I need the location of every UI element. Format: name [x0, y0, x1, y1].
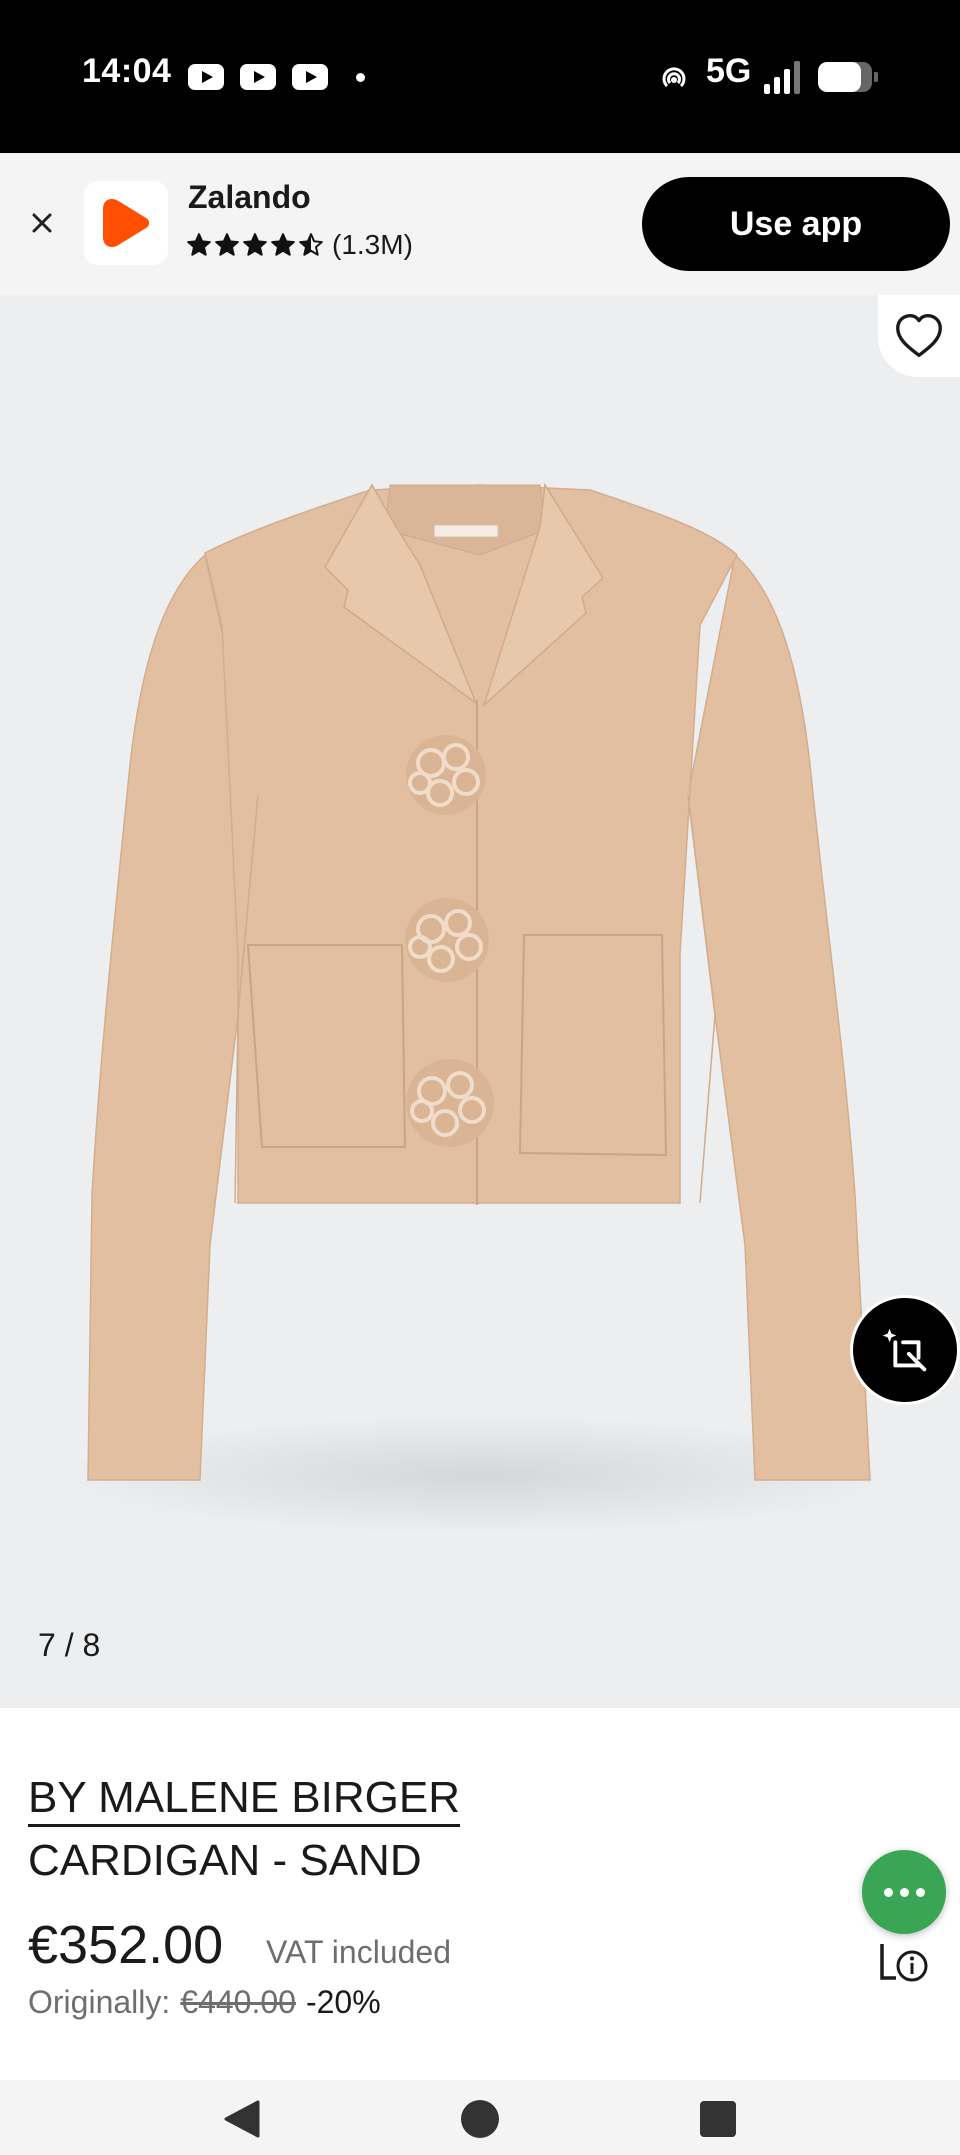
network-type: 5G [706, 52, 752, 90]
sparkle-crop-icon [882, 1328, 927, 1372]
brand-link[interactable]: BY MALENE BIRGER [28, 1772, 460, 1827]
rating-stars [186, 232, 324, 258]
recent-apps-icon[interactable] [700, 2101, 736, 2137]
product-image-gallery[interactable]: 7 / 8 [0, 295, 960, 1708]
app-install-banner: Zalando (1.3M) Use app [0, 153, 960, 295]
star-icon [187, 233, 211, 256]
wishlist-heart-icon[interactable] [878, 295, 960, 377]
visual-search-button[interactable] [850, 1295, 960, 1405]
discount-badge: -20% [305, 1984, 381, 2020]
product-image [60, 482, 900, 1535]
rating-count: (1.3M) [332, 229, 413, 260]
current-price: €352.00 [28, 1915, 224, 1975]
original-label: Originally: [28, 1984, 171, 2020]
back-icon[interactable] [224, 2100, 260, 2138]
app-name: Zalando [188, 179, 311, 215]
system-navigation-bar [0, 2080, 960, 2155]
youtube-icon [292, 64, 328, 90]
app-rating: (1.3M) [186, 229, 413, 261]
image-pager: 7 / 8 [38, 1627, 101, 1663]
battery-icon [818, 62, 878, 92]
product-name: CARDIGAN - SAND [28, 1836, 422, 1885]
status-bar: 14:04 5G [0, 0, 960, 153]
dot-icon [899, 1887, 909, 1897]
star-icon [271, 233, 295, 256]
zalando-logo [84, 181, 168, 265]
youtube-icon [240, 64, 276, 90]
youtube-icon [188, 64, 224, 90]
home-icon[interactable] [461, 2100, 499, 2138]
hotspot-icon [662, 67, 686, 88]
use-app-button[interactable]: Use app [642, 177, 950, 271]
star-icon [215, 233, 239, 256]
original-price-row: Originally: €440.00 -20% [28, 1984, 381, 2021]
status-time: 14:04 [82, 52, 172, 90]
dot-icon [915, 1887, 925, 1897]
chat-button[interactable] [862, 1850, 946, 1934]
dot-icon [883, 1887, 893, 1897]
close-icon[interactable] [22, 203, 62, 243]
signal-icon [760, 60, 804, 94]
vat-note: VAT included [266, 1934, 451, 1970]
star-icon [243, 233, 267, 256]
more-notifications-dot [356, 73, 365, 82]
star-icon [299, 233, 323, 256]
info-icon[interactable] [878, 1938, 932, 1984]
product-info: BY MALENE BIRGER CARDIGAN - SAND €352.00… [0, 1708, 960, 2080]
original-price: €440.00 [180, 1984, 296, 2020]
